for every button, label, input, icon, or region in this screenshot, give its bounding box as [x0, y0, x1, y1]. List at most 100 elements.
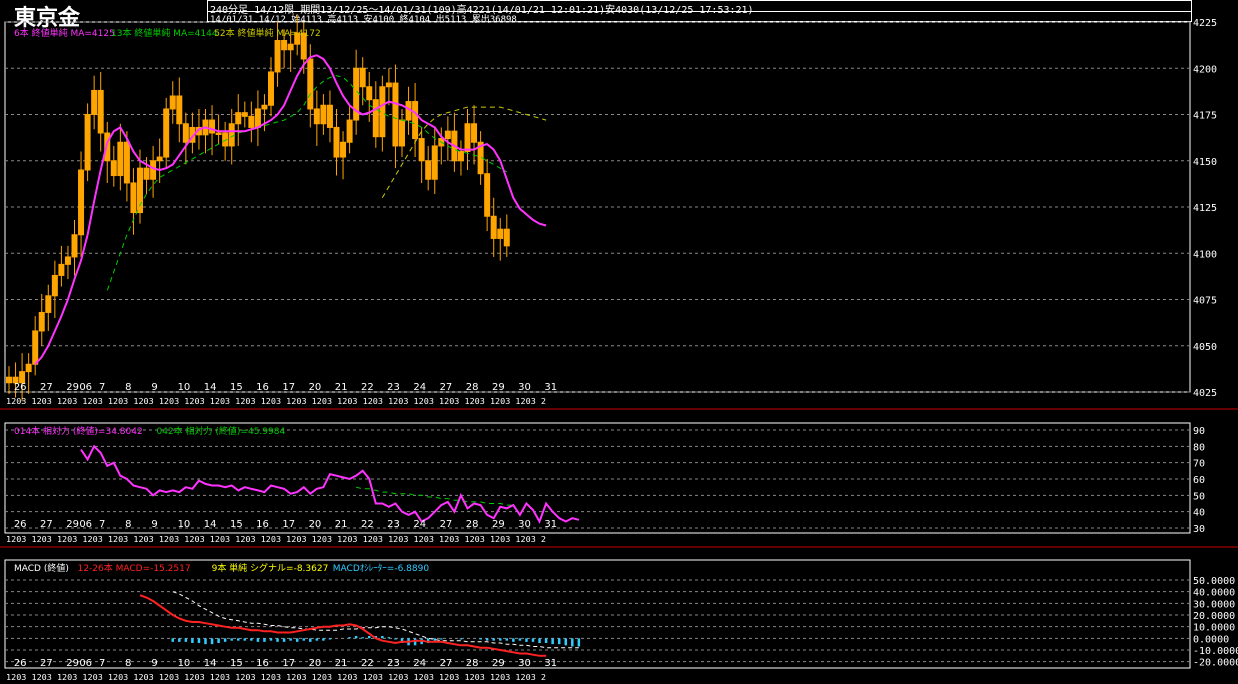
x-day-label: 30: [518, 658, 531, 669]
candle-body: [71, 234, 78, 258]
x-day-label: 21: [335, 382, 348, 393]
candle-body: [359, 67, 366, 88]
x-day-label: 10: [178, 519, 191, 530]
candle-body: [372, 99, 379, 138]
y-tick-label: 4200: [1193, 64, 1217, 75]
x-day-label: 29: [492, 519, 505, 530]
candle-body: [235, 112, 242, 125]
candle-body: [182, 123, 189, 143]
candle-body: [143, 167, 150, 180]
x-day-label: 27: [40, 519, 53, 530]
x-day-label: 06: [79, 519, 92, 530]
ma13-line: [106, 75, 508, 291]
y-tick-label: 80: [1193, 442, 1205, 453]
candle-body: [241, 112, 248, 117]
candle-body: [333, 126, 340, 158]
rsi-legend-item: 014本 相対力 (終値)=34.8042: [14, 425, 143, 437]
candle-body: [169, 95, 176, 110]
candle-body: [32, 330, 39, 365]
y-tick-label: 60: [1193, 475, 1205, 486]
candle-body: [392, 82, 399, 147]
x-day-label: 24: [413, 519, 426, 530]
candle-body: [91, 89, 98, 115]
y-tick-label: -10.0000: [1193, 646, 1238, 657]
candle-body: [78, 169, 85, 236]
candle-body: [418, 138, 425, 162]
x-day-label: 16: [256, 519, 269, 530]
x-day-label: 30: [518, 519, 531, 530]
x-day-label: 14: [204, 658, 217, 669]
x-day-label: 8: [125, 519, 131, 530]
candle-body: [464, 123, 471, 152]
rsi42-line: [355, 486, 514, 506]
x-day-label: 28: [466, 658, 479, 669]
candle-body: [366, 86, 373, 101]
x-day-label: 06: [79, 382, 92, 393]
y-tick-label: 4100: [1193, 249, 1217, 260]
candle-body: [425, 160, 432, 180]
x-day-label: 23: [387, 519, 400, 530]
candle-body: [274, 40, 281, 73]
x-day-label: 20: [309, 519, 322, 530]
x-day-label: 22: [361, 519, 374, 530]
y-tick-label: 30: [1193, 524, 1205, 535]
candle-body: [313, 108, 320, 125]
x-axis-strip: 1203 1203 1203 1203 1203 1203 1203 1203 …: [6, 535, 546, 544]
candle-body: [25, 363, 32, 373]
candle-body: [248, 115, 255, 128]
x-day-label: 29: [66, 519, 79, 530]
x-day-label: 7: [99, 519, 105, 530]
candle-body: [268, 71, 274, 106]
candle-body: [123, 141, 130, 184]
x-day-label: 29: [492, 658, 505, 669]
y-tick-label: 4125: [1193, 203, 1217, 214]
x-day-label: 27: [440, 519, 453, 530]
y-tick-label: 20.0000: [1193, 611, 1235, 622]
x-day-label: 15: [230, 382, 243, 393]
x-day-label: 7: [99, 382, 105, 393]
candle-body: [431, 145, 438, 180]
y-tick-label: 4050: [1193, 342, 1217, 353]
rsi14-line: [80, 444, 580, 524]
panel-frame: [4, 21, 1191, 393]
x-day-label: 31: [544, 658, 557, 669]
panel-frame: [4, 422, 1191, 534]
candle-body: [457, 151, 464, 162]
candle-body: [51, 274, 58, 297]
x-day-label: 14: [204, 382, 217, 393]
x-day-label: 26: [14, 658, 27, 669]
x-day-label: 17: [282, 519, 295, 530]
x-day-label: 31: [544, 519, 557, 530]
candle-body: [320, 104, 327, 125]
x-day-label: 26: [14, 519, 27, 530]
ma6-line: [34, 54, 547, 365]
x-day-label: 10: [178, 382, 191, 393]
candle-body: [6, 376, 12, 384]
candle-body: [84, 114, 91, 171]
candle-body: [287, 43, 294, 51]
x-day-label: 27: [40, 658, 53, 669]
panel-frame: [4, 559, 1191, 669]
y-tick-label: 0.0000: [1193, 634, 1229, 645]
candle-body: [254, 108, 261, 128]
chart-canvas[interactable]: 4025405040754100412541504175420042253040…: [0, 0, 1238, 684]
macd-legend-item: 12-26本 MACD=-15.2517: [78, 562, 191, 574]
x-day-label: 15: [230, 519, 243, 530]
price-legend-item: 13本 終値単純 MA=4144: [111, 27, 218, 39]
candle-body: [497, 228, 504, 239]
candle-body: [346, 119, 353, 143]
x-day-label: 9: [151, 382, 157, 393]
x-day-label: 23: [387, 382, 400, 393]
candle-body: [490, 215, 497, 239]
x-day-label: 10: [178, 658, 191, 669]
x-day-label: 14: [204, 519, 217, 530]
candle-body: [385, 82, 392, 88]
candle-body: [261, 104, 268, 110]
candle-body: [412, 101, 419, 140]
x-day-label: 22: [361, 658, 374, 669]
candle-body: [281, 40, 288, 51]
candle-body: [399, 119, 405, 147]
y-tick-label: -20.0000: [1193, 658, 1238, 669]
candle-body: [215, 132, 222, 135]
x-day-label: 29: [492, 382, 505, 393]
